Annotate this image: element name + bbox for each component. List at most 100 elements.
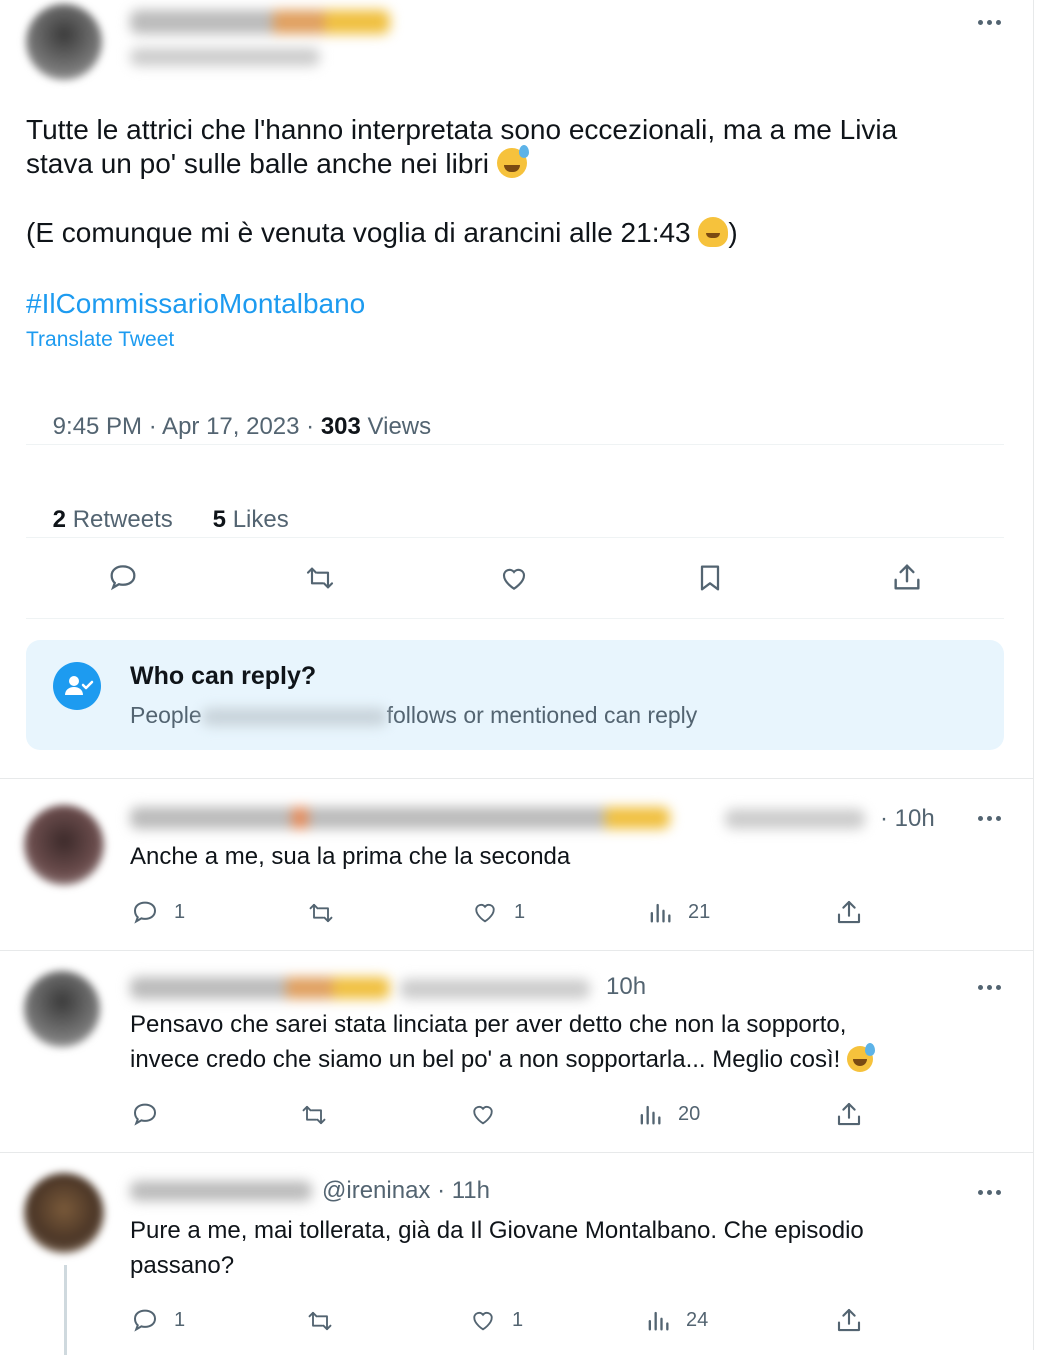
- divider: [26, 618, 1004, 619]
- bookmark-icon: [700, 565, 720, 591]
- likes-label: Likes: [226, 506, 289, 533]
- like-button[interactable]: 1: [470, 898, 525, 926]
- retweet-button[interactable]: [304, 1307, 336, 1335]
- reply-icon: [133, 1103, 157, 1126]
- retweets-stat[interactable]: 2 Retweets: [26, 478, 173, 562]
- views-button[interactable]: 21: [646, 898, 710, 926]
- share-button[interactable]: [834, 897, 864, 927]
- like-button[interactable]: 1: [468, 1306, 523, 1334]
- grinning-sweat-emoji-icon: [496, 145, 529, 178]
- more-options-icon[interactable]: [974, 1182, 1004, 1202]
- share-icon: [837, 1308, 861, 1332]
- author-avatar[interactable]: [26, 4, 102, 80]
- like-count: 1: [512, 1308, 524, 1331]
- divider: [26, 444, 1004, 445]
- analytics-icon: [640, 1105, 661, 1125]
- tweet-text-line-2: stava un po' sulle balle anche nei libri: [26, 145, 529, 181]
- reply-handle-blurred: [400, 979, 590, 999]
- retweets-count: 2: [52, 506, 67, 533]
- reply-text-line-2-content: invece credo che siamo un bel po' a non …: [130, 1046, 841, 1073]
- who-can-reply-banner: Who can reply? People follows or mentione…: [26, 640, 1004, 750]
- share-icon: [894, 564, 920, 590]
- analytics-icon: [650, 903, 671, 923]
- views-count: 20: [678, 1102, 701, 1125]
- retweet-icon: [306, 567, 334, 589]
- retweet-button[interactable]: [298, 1101, 330, 1129]
- reply-button[interactable]: [130, 1099, 160, 1129]
- reply-handle-blurred: [725, 809, 865, 829]
- hashtag-link[interactable]: #IlCommissarioMontalbano: [26, 286, 365, 321]
- heart-icon: [473, 1105, 493, 1125]
- blurred-handle[interactable]: [201, 707, 387, 726]
- retweet-icon: [309, 903, 333, 923]
- views-button[interactable]: 20: [636, 1100, 700, 1128]
- reply-name-blurred[interactable]: [130, 1181, 312, 1201]
- reply-text-line-1: Pensavo che sarei stata linciata per ave…: [130, 1011, 847, 1038]
- melting-face-emoji-icon: [698, 217, 729, 247]
- reply-avatar[interactable]: [24, 971, 100, 1047]
- reply-count: 1: [174, 900, 186, 923]
- grinning-sweat-emoji-icon: [847, 1043, 875, 1072]
- author-name-blurred[interactable]: [130, 10, 390, 34]
- reply-avatar[interactable]: [24, 1173, 104, 1253]
- views-count: 303: [320, 413, 361, 440]
- reply-text-line-2: invece credo che siamo un bel po' a non …: [130, 1042, 875, 1077]
- more-options-icon[interactable]: [974, 977, 1004, 997]
- reply-name-blurred[interactable]: [130, 977, 390, 999]
- more-options-icon[interactable]: [974, 808, 1004, 828]
- heart-icon: [475, 903, 495, 923]
- views-count: 24: [686, 1308, 709, 1331]
- author-handle-blurred: [130, 48, 320, 66]
- retweet-icon: [308, 1311, 332, 1331]
- reply-button[interactable]: 1: [130, 897, 185, 927]
- retweet-button[interactable]: [305, 899, 337, 927]
- views-button[interactable]: 24: [644, 1306, 708, 1334]
- like-button[interactable]: [468, 1100, 498, 1128]
- retweet-button[interactable]: [302, 562, 338, 594]
- share-button[interactable]: [834, 1099, 864, 1129]
- reply-item[interactable]: · 10h Anche a me, sua la prima che la se…: [0, 779, 1033, 949]
- tweet-detail-panel: Tutte le attrici che l'hanno interpretat…: [0, 0, 1034, 1355]
- views-count: 21: [688, 900, 711, 923]
- timestamp-text[interactable]: 9:45 PM · Apr 17, 2023 ·: [53, 413, 321, 440]
- person-check-icon: [53, 662, 101, 710]
- tweet-text-line-3-content: (E comunque mi è venuta voglia di aranci…: [26, 217, 691, 248]
- reply-count: 1: [174, 1308, 186, 1331]
- retweets-label: Retweets: [66, 506, 173, 533]
- likes-count: 5: [212, 506, 227, 533]
- tweet-text-line-2-content: stava un po' sulle balle anche nei libri: [26, 148, 489, 179]
- reply-icon: [110, 565, 136, 591]
- reply-button[interactable]: [106, 560, 140, 594]
- retweet-icon: [302, 1105, 326, 1125]
- who-can-reply-suffix: follows or mentioned can reply: [386, 702, 698, 728]
- reply-button[interactable]: 1: [130, 1305, 185, 1335]
- reply-item[interactable]: 10h Pensavo che sarei stata linciata per…: [0, 951, 1033, 1151]
- thread-line: [64, 1265, 67, 1355]
- like-button[interactable]: [497, 562, 531, 594]
- analytics-icon: [648, 1311, 669, 1331]
- who-can-reply-prefix: People: [130, 702, 202, 728]
- reply-time[interactable]: 10h: [606, 973, 646, 1001]
- reply-handle-time[interactable]: @ireninax · 11h: [322, 1177, 490, 1205]
- reply-name-blurred[interactable]: [130, 807, 670, 829]
- views-label: Views: [360, 413, 432, 440]
- reply-text-line-1: Pure a me, mai tollerata, già da Il Giov…: [130, 1217, 864, 1244]
- bookmark-button[interactable]: [694, 560, 726, 596]
- reply-time[interactable]: · 10h: [880, 805, 935, 833]
- divider: [26, 537, 1004, 538]
- share-button[interactable]: [890, 560, 924, 594]
- reply-avatar[interactable]: [24, 805, 104, 885]
- share-icon: [837, 1102, 861, 1126]
- share-icon: [837, 900, 861, 924]
- like-count: 1: [514, 900, 526, 923]
- share-button[interactable]: [834, 1305, 864, 1335]
- who-can-reply-text: People follows or mentioned can reply: [130, 702, 697, 729]
- tweet-timestamp: 9:45 PM · Apr 17, 2023 · 303 Views: [26, 385, 431, 469]
- reply-item[interactable]: @ireninax · 11h Pure a me, mai tollerata…: [0, 1153, 1033, 1355]
- more-options-icon[interactable]: [974, 12, 1004, 32]
- reply-icon: [133, 1309, 157, 1332]
- translate-tweet-link[interactable]: Translate Tweet: [26, 328, 174, 352]
- likes-stat[interactable]: 5 Likes: [186, 478, 289, 562]
- heart-icon: [502, 568, 526, 590]
- tweet-text-line-3-end: ): [728, 217, 738, 248]
